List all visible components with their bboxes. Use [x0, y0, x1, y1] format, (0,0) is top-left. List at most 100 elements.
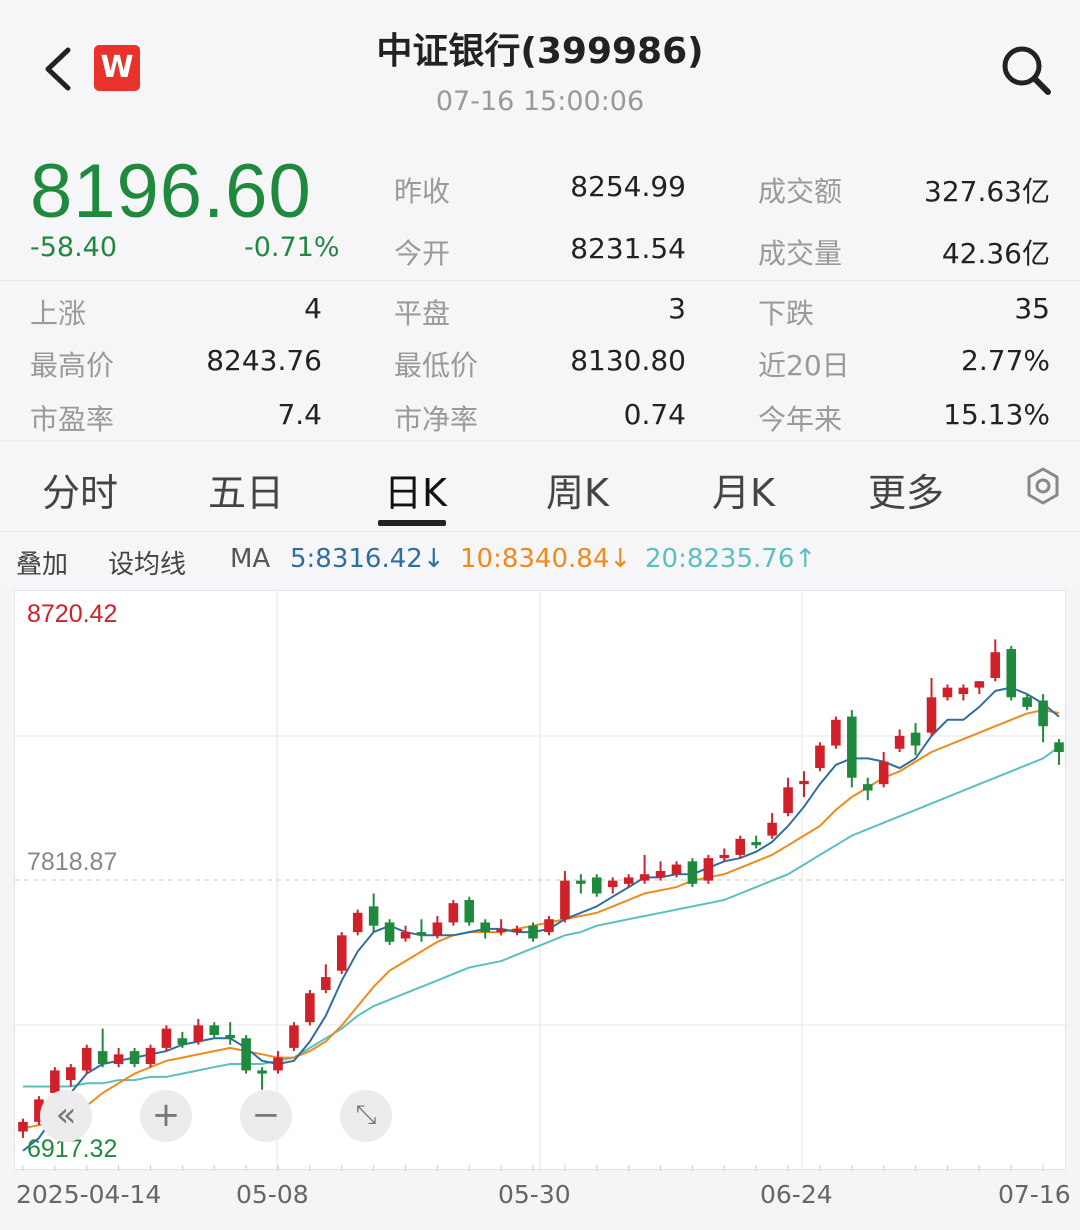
candle-body — [257, 1070, 267, 1074]
set-ma-button[interactable]: 设均线 — [108, 544, 186, 581]
fullscreen-icon[interactable]: ⤡ — [340, 1090, 392, 1142]
candle-body — [767, 822, 777, 836]
candle-body — [735, 838, 746, 855]
x-label: 05-30 — [498, 1180, 571, 1209]
low-value: 8130.80 — [570, 344, 686, 377]
low-label: 最低价 — [394, 349, 479, 382]
candle-body — [321, 977, 331, 991]
candle-body — [400, 932, 411, 939]
tab-daily-k[interactable]: 日K — [384, 462, 447, 517]
candle-body — [942, 687, 953, 698]
kline-chart[interactable]: 8720.42 7818.87 6917.32 — [14, 590, 1067, 1171]
ma-label: MA — [230, 544, 271, 574]
candle-body — [512, 928, 522, 933]
rewind-icon[interactable]: « — [40, 1090, 92, 1142]
candle-body — [368, 906, 379, 926]
candle-body — [161, 1028, 172, 1048]
candle-body — [926, 697, 937, 733]
candle-body — [18, 1121, 28, 1132]
candle-body — [1038, 700, 1048, 727]
ma5-value: 5:8316.42↓ — [290, 544, 445, 574]
ma10-value: 10:8340.84↓ — [460, 544, 632, 574]
candle-body — [974, 681, 985, 688]
kline-svg[interactable]: 8720.427818.876917.32 — [15, 591, 1067, 1171]
tab-monthly-k[interactable]: 月K — [712, 462, 775, 517]
candle-body — [50, 1070, 60, 1093]
zoom-in-icon[interactable]: + — [140, 1090, 192, 1142]
candle-body — [384, 922, 395, 942]
pb-value: 0.74 — [623, 398, 686, 431]
candle-body — [432, 922, 443, 936]
candle-body — [1054, 742, 1064, 752]
x-label: 07-16 — [998, 1180, 1071, 1209]
pe-value: 7.4 — [277, 398, 322, 431]
up-label: 上涨 — [30, 297, 87, 330]
overlay-button[interactable]: 叠加 — [16, 544, 68, 581]
candle-body — [193, 1025, 204, 1042]
up-value: 4 — [304, 292, 322, 325]
tab-intraday[interactable]: 分时 — [42, 462, 118, 517]
candle-body — [847, 716, 857, 778]
high-label: 最高价 — [30, 349, 115, 382]
volume-value: 42.36亿 — [941, 237, 1050, 270]
ma10-line — [22, 709, 1060, 1130]
candle-body — [1022, 697, 1032, 707]
y-label-top: 8720.42 — [27, 600, 117, 628]
price-change: -58.40 — [30, 232, 118, 263]
candle-body — [1006, 649, 1016, 698]
pb-label: 市净率 — [394, 403, 479, 436]
tab-more[interactable]: 更多 — [868, 462, 944, 517]
d20-label: 近20日 — [758, 349, 850, 382]
x-label: 06-24 — [760, 1180, 833, 1209]
candle-body — [225, 1035, 235, 1039]
candle-body — [352, 912, 363, 933]
x-label: 05-08 — [236, 1180, 309, 1209]
candle-body — [910, 732, 921, 746]
high-value: 8243.76 — [206, 344, 322, 377]
down-label: 下跌 — [758, 297, 815, 330]
candle-body — [129, 1051, 140, 1064]
candle-body — [894, 735, 905, 749]
candle-body — [703, 858, 714, 881]
timestamp: 07-16 15:00:06 — [435, 86, 645, 117]
candle-body — [241, 1038, 251, 1071]
ma5-line — [22, 686, 1060, 1152]
candle-body — [113, 1054, 124, 1064]
candle-body — [81, 1047, 92, 1071]
prev-close-label: 昨收 — [394, 175, 451, 208]
candle-body — [783, 787, 793, 814]
header-bar: W 中证银行(399986) 07-16 15:00:06 — [0, 0, 1080, 130]
ma20-line — [23, 745, 1060, 1088]
zoom-out-icon[interactable]: − — [240, 1090, 292, 1142]
price-change-pct: -0.71% — [244, 232, 340, 263]
prev-close-value: 8254.99 — [570, 170, 686, 203]
flat-label: 平盘 — [394, 297, 451, 330]
candle-body — [480, 922, 490, 933]
candle-body — [464, 899, 475, 923]
settings-gear-icon[interactable] — [1024, 466, 1062, 506]
candle-body — [799, 780, 809, 785]
candle-body — [416, 932, 427, 936]
d20-value: 2.77% — [961, 344, 1050, 377]
candle-body — [878, 761, 889, 785]
tab-weekly-k[interactable]: 周K — [546, 462, 609, 517]
candle-body — [177, 1038, 188, 1045]
flat-value: 3 — [668, 292, 686, 325]
candle-body — [305, 993, 315, 1023]
ytd-label: 今年来 — [758, 403, 843, 436]
down-value: 35 — [1014, 292, 1050, 325]
candle-body — [544, 919, 554, 933]
candle-body — [719, 854, 730, 859]
candle-body — [990, 652, 1001, 678]
candle-body — [958, 687, 969, 695]
candle-body — [671, 864, 682, 875]
search-icon[interactable] — [998, 42, 1054, 98]
candle-body — [831, 719, 841, 746]
candle-body — [687, 861, 698, 884]
tab-five-day[interactable]: 五日 — [208, 462, 284, 517]
candle-body — [209, 1025, 220, 1036]
candle-body — [97, 1051, 108, 1064]
ytd-value: 15.13% — [943, 398, 1050, 431]
candle-body — [528, 925, 538, 939]
candle-body — [273, 1057, 283, 1071]
